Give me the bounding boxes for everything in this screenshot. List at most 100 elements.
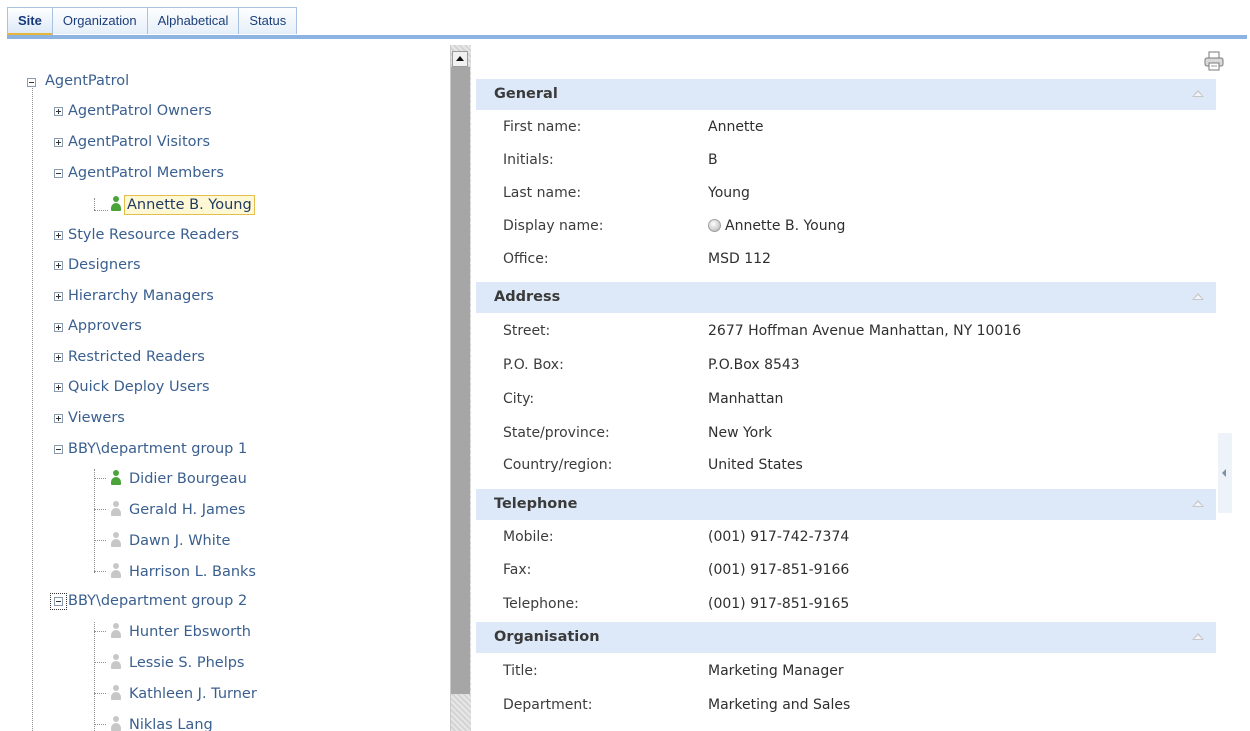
- collapse-toggle[interactable]: [50, 593, 67, 610]
- tree-group-visitors[interactable]: AgentPatrol Visitors: [66, 130, 212, 154]
- field-value: (001) 917-851-9166: [708, 562, 850, 578]
- tree-user[interactable]: Kathleen J. Turner: [127, 682, 259, 706]
- group-label[interactable]: Style Resource Readers: [66, 227, 241, 243]
- group-label[interactable]: BBY\department group 1: [66, 441, 249, 457]
- tree-user-annette[interactable]: Annette B. Young: [124, 193, 255, 217]
- expand-toggle[interactable]: [54, 414, 63, 423]
- field-label: Mobile:: [503, 529, 554, 545]
- field-office: Office: MSD 112: [476, 243, 1216, 276]
- tree-group-dept2[interactable]: BBY\department group 2: [66, 589, 249, 613]
- tree-group-restricted[interactable]: Restricted Readers: [66, 345, 207, 369]
- user-label[interactable]: Gerald H. James: [127, 502, 247, 518]
- tree-branch: [94, 693, 106, 694]
- tree-user[interactable]: Gerald H. James: [127, 498, 247, 522]
- tree-group-owners[interactable]: AgentPatrol Owners: [66, 99, 214, 123]
- collapse-root-toggle[interactable]: [27, 78, 36, 87]
- tree-branch: [94, 662, 106, 663]
- expand-toggle[interactable]: [54, 231, 63, 240]
- user-label[interactable]: Lessie S. Phelps: [127, 655, 246, 671]
- user-online-icon: [111, 470, 121, 486]
- group-label[interactable]: AgentPatrol Members: [66, 165, 226, 181]
- tree-group-viewers[interactable]: Viewers: [66, 406, 127, 430]
- tree-group-approvers[interactable]: Approvers: [66, 314, 144, 338]
- tree-branch: [94, 540, 106, 541]
- field-value: Young: [708, 185, 750, 201]
- expand-toggle[interactable]: [54, 323, 63, 332]
- tab-site[interactable]: Site: [7, 7, 53, 36]
- group-label[interactable]: AgentPatrol Owners: [66, 103, 214, 119]
- section-title: Address: [494, 289, 561, 305]
- user-label[interactable]: Dawn J. White: [127, 533, 232, 549]
- group-label[interactable]: BBY\department group 2: [66, 593, 249, 609]
- user-offline-icon: [111, 654, 121, 670]
- group-label[interactable]: Viewers: [66, 410, 127, 426]
- tree-group-style-readers[interactable]: Style Resource Readers: [66, 223, 241, 247]
- field-value: Annette: [708, 119, 764, 135]
- field-value: Marketing and Sales: [708, 697, 851, 713]
- tree-user[interactable]: Lessie S. Phelps: [127, 651, 246, 675]
- collapse-section-icon[interactable]: [1192, 500, 1204, 507]
- collapse-section-icon[interactable]: [1192, 293, 1204, 300]
- field-state: State/province: New York: [476, 417, 1216, 450]
- field-first-name: First name: Annette: [476, 111, 1216, 144]
- tab-alphabetical[interactable]: Alphabetical: [147, 7, 240, 34]
- group-label[interactable]: Quick Deploy Users: [66, 379, 212, 395]
- tree-user[interactable]: Harrison L. Banks: [127, 560, 258, 584]
- printer-icon[interactable]: [1204, 51, 1224, 71]
- group-label[interactable]: Hierarchy Managers: [66, 288, 216, 304]
- user-label[interactable]: Harrison L. Banks: [127, 564, 258, 580]
- tree-group-hierarchy[interactable]: Hierarchy Managers: [66, 284, 216, 308]
- group-label[interactable]: Designers: [66, 257, 143, 273]
- collapse-toggle[interactable]: [54, 169, 63, 178]
- field-value: MSD 112: [708, 251, 771, 267]
- collapse-section-icon[interactable]: [1192, 633, 1204, 640]
- tree-user[interactable]: Dawn J. White: [127, 529, 232, 553]
- field-label: First name:: [503, 119, 582, 135]
- tree-root-label[interactable]: AgentPatrol: [43, 73, 131, 89]
- tab-organization[interactable]: Organization: [52, 7, 148, 34]
- expand-toggle[interactable]: [54, 138, 63, 147]
- tree-group-dept1[interactable]: BBY\department group 1: [66, 437, 249, 461]
- field-department: Department: Marketing and Sales: [476, 689, 1216, 722]
- scroll-thumb[interactable]: [451, 67, 470, 694]
- user-label[interactable]: Kathleen J. Turner: [127, 686, 259, 702]
- tab-status[interactable]: Status: [239, 7, 298, 34]
- group-label[interactable]: Approvers: [66, 318, 144, 334]
- expand-toggle[interactable]: [54, 261, 63, 270]
- expand-toggle[interactable]: [54, 353, 63, 362]
- group-label[interactable]: AgentPatrol Visitors: [66, 134, 212, 150]
- section-general-header[interactable]: General: [476, 79, 1216, 110]
- collapse-section-icon[interactable]: [1192, 90, 1204, 97]
- group-label[interactable]: Restricted Readers: [66, 349, 207, 365]
- field-label: Last name:: [503, 185, 582, 201]
- expand-toggle[interactable]: [54, 107, 63, 116]
- field-value: (001) 917-742-7374: [708, 529, 850, 545]
- tree-group-quick-deploy[interactable]: Quick Deploy Users: [66, 375, 212, 399]
- field-title: Title: Marketing Manager: [476, 655, 1216, 688]
- user-label[interactable]: Hunter Ebsworth: [127, 624, 253, 640]
- tree-user[interactable]: Hunter Ebsworth: [127, 620, 253, 644]
- tree-group-members[interactable]: AgentPatrol Members: [66, 161, 226, 185]
- tree-user[interactable]: Niklas Lang: [127, 713, 215, 731]
- tree-scrollbar[interactable]: [450, 45, 471, 731]
- presence-status-icon[interactable]: [708, 219, 721, 232]
- section-title: Telephone: [494, 496, 578, 512]
- expand-toggle[interactable]: [54, 383, 63, 392]
- tree-user[interactable]: Didier Bourgeau: [127, 467, 249, 491]
- field-street: Street: 2677 Hoffman Avenue Manhattan, N…: [476, 315, 1216, 348]
- user-label[interactable]: Didier Bourgeau: [127, 471, 249, 487]
- collapse-toggle[interactable]: [54, 445, 63, 454]
- user-offline-icon: [111, 532, 121, 548]
- section-address-header[interactable]: Address: [476, 282, 1216, 313]
- section-telephone-header[interactable]: Telephone: [476, 489, 1216, 520]
- user-label[interactable]: Annette B. Young: [124, 195, 255, 215]
- expand-toggle[interactable]: [54, 292, 63, 301]
- tree-root[interactable]: AgentPatrol: [43, 69, 131, 93]
- tree-group-designers[interactable]: Designers: [66, 253, 143, 277]
- user-offline-icon: [111, 716, 121, 731]
- user-label[interactable]: Niklas Lang: [127, 717, 215, 731]
- section-organisation-header[interactable]: Organisation: [476, 622, 1216, 653]
- scroll-up-icon[interactable]: [452, 51, 468, 67]
- collapse-panel-handle[interactable]: [1218, 433, 1232, 513]
- field-po-box: P.O. Box: P.O.Box 8543: [476, 349, 1216, 382]
